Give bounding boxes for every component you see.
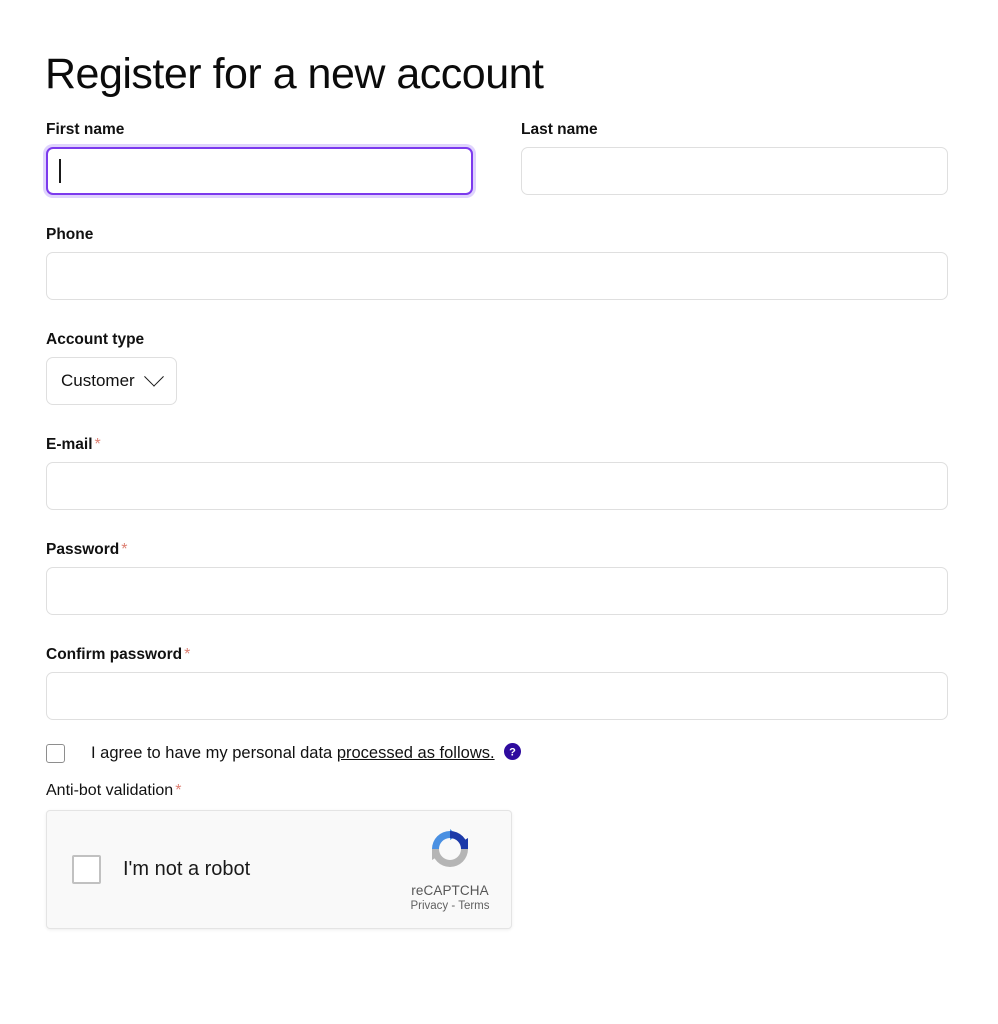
first-name-label-text: First name <box>46 121 125 138</box>
antibot-label: Anti-bot validation * <box>46 781 948 801</box>
registration-form: First name Last name Phone Account type … <box>46 120 948 929</box>
confirm-password-group: Confirm password * <box>46 645 948 720</box>
confirm-password-required-asterisk: * <box>184 646 191 663</box>
account-type-select[interactable]: Customer <box>46 357 177 405</box>
password-label-text: Password <box>46 541 120 558</box>
first-name-label: First name <box>46 120 473 140</box>
help-circle-icon[interactable]: ? <box>503 743 521 760</box>
confirm-password-label-text: Confirm password <box>46 646 183 663</box>
recaptcha-brand-name: reCAPTCHA <box>411 883 489 898</box>
registration-page: Register for a new account First name La… <box>0 0 998 1024</box>
consent-text-before: I agree to have my personal data <box>91 744 333 762</box>
password-label: Password * <box>46 540 948 560</box>
recaptcha-widget[interactable]: I'm not a robot reCAPTCHA Privacy - Term… <box>46 810 512 929</box>
first-name-input[interactable] <box>46 147 473 195</box>
consent-text: I agree to have my personal data process… <box>91 742 521 764</box>
confirm-password-input[interactable] <box>46 672 948 720</box>
email-label: E-mail * <box>46 435 948 455</box>
name-row: First name Last name <box>46 120 948 195</box>
first-name-group: First name <box>46 120 473 195</box>
consent-row: I agree to have my personal data process… <box>46 742 948 764</box>
recaptcha-logo-icon <box>402 823 498 880</box>
email-group: E-mail * <box>46 435 948 510</box>
last-name-label: Last name <box>521 120 948 140</box>
account-type-group: Account type Customer <box>46 330 948 405</box>
phone-label: Phone <box>46 225 948 245</box>
password-required-asterisk: * <box>121 541 128 558</box>
phone-input[interactable] <box>46 252 948 300</box>
account-type-label: Account type <box>46 330 948 350</box>
svg-text:?: ? <box>509 747 516 759</box>
antibot-group: Anti-bot validation * I'm not a robot re… <box>46 781 948 929</box>
antibot-label-text: Anti-bot validation <box>46 782 174 799</box>
recaptcha-checkbox[interactable] <box>72 855 101 884</box>
recaptcha-brand: reCAPTCHA Privacy - Terms <box>402 823 498 914</box>
last-name-input[interactable] <box>521 147 948 195</box>
account-type-selected-value: Customer <box>61 371 135 390</box>
page-title: Register for a new account <box>45 49 544 98</box>
email-required-asterisk: * <box>94 436 101 453</box>
antibot-required-asterisk: * <box>175 782 182 799</box>
recaptcha-checkbox-label: I'm not a robot <box>123 858 251 880</box>
phone-label-text: Phone <box>46 226 94 243</box>
password-input[interactable] <box>46 567 948 615</box>
email-input[interactable] <box>46 462 948 510</box>
consent-policy-link[interactable]: processed as follows. <box>337 744 495 762</box>
text-caret <box>59 159 61 183</box>
email-label-text: E-mail <box>46 436 93 453</box>
last-name-label-text: Last name <box>521 121 598 138</box>
last-name-group: Last name <box>521 120 948 195</box>
recaptcha-legal-links[interactable]: Privacy - Terms <box>402 899 498 914</box>
phone-group: Phone <box>46 225 948 300</box>
chevron-down-icon <box>143 366 164 387</box>
consent-checkbox[interactable] <box>46 743 65 763</box>
confirm-password-label: Confirm password * <box>46 645 948 665</box>
account-type-select-wrap: Customer <box>46 357 177 405</box>
password-group: Password * <box>46 540 948 615</box>
account-type-label-text: Account type <box>46 331 145 348</box>
